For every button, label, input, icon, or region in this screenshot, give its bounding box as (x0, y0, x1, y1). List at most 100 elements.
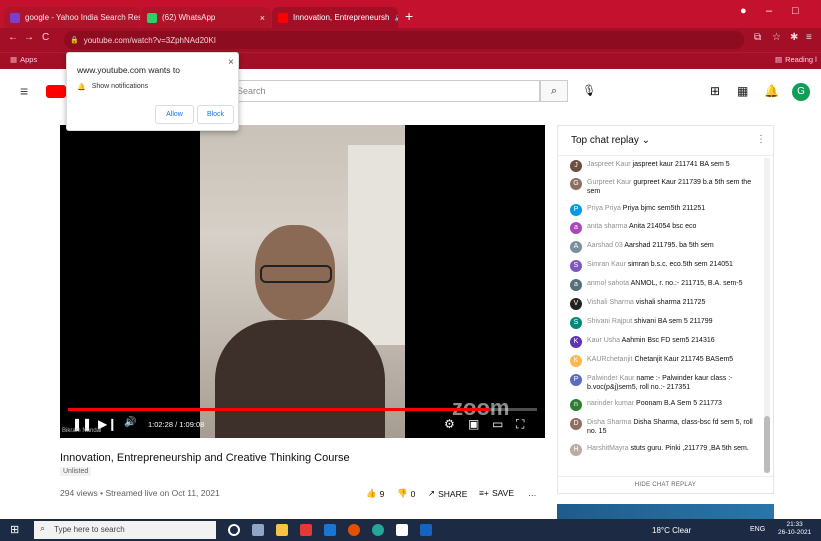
file-explorer-icon[interactable] (276, 524, 288, 536)
search-input[interactable]: Search (230, 80, 540, 102)
chat-message-body: Gurpreet Kaur gurpreet Kaur 211739 b.a 5… (587, 178, 760, 196)
chat-author[interactable]: Kaur Usha (587, 337, 620, 344)
chat-author[interactable]: anita sharma (587, 223, 627, 230)
chat-author[interactable]: Gurpreet Kaur (587, 179, 631, 186)
apps-icon[interactable]: ▦ (737, 84, 748, 98)
word-icon[interactable] (420, 524, 432, 536)
language-indicator[interactable]: ENG (750, 526, 765, 533)
avatar[interactable]: H (570, 444, 582, 456)
chat-header[interactable]: Top chat replay ⌄ (558, 126, 773, 156)
maximize-button[interactable]: □ (792, 5, 799, 17)
avatar[interactable]: G (792, 83, 810, 101)
cortana-icon[interactable] (228, 524, 240, 536)
profile-menu-icon[interactable]: ● (740, 5, 747, 17)
minimize-button[interactable]: – (766, 5, 772, 17)
miniplayer-icon[interactable]: ▣ (468, 417, 479, 431)
avatar[interactable]: G (570, 178, 582, 190)
allow-button[interactable]: Allow (155, 105, 194, 124)
tab-whatsapp[interactable]: (62) WhatsApp × (141, 7, 271, 28)
chat-message-body: Shivani Rajput shivani BA sem 5 211799 (587, 317, 713, 329)
app-orange-icon[interactable] (348, 524, 360, 536)
avatar[interactable]: P (570, 374, 582, 386)
scrollbar-thumb[interactable] (764, 416, 770, 473)
theater-mode-icon[interactable]: ▭ (492, 417, 503, 431)
notifications-bell-icon[interactable]: 🔔 (764, 84, 779, 98)
install-icon[interactable]: ⧉ (754, 32, 761, 43)
chat-author[interactable]: HarshitMayra (587, 445, 629, 452)
avatar[interactable]: a (570, 222, 582, 234)
avatar[interactable]: S (570, 260, 582, 272)
extensions-icon[interactable]: ✱ (790, 32, 798, 43)
avatar[interactable]: K (570, 355, 582, 367)
popup-site: www.youtube.com wants to (77, 65, 180, 75)
share-icon: ↗ (428, 488, 436, 498)
chat-author[interactable]: Aarshad 03 (587, 242, 623, 249)
chat-author[interactable]: Simran Kaur (587, 261, 626, 268)
chat-scrollbar[interactable] (764, 158, 770, 473)
popup-close-icon[interactable]: × (228, 57, 234, 68)
clock[interactable]: 21:33 26-10-2021 (778, 521, 811, 537)
more-actions-button[interactable]: … (528, 488, 537, 498)
task-view-icon[interactable] (252, 524, 264, 536)
avatar[interactable]: J (570, 160, 582, 172)
audio-playing-icon[interactable]: 🔊 (395, 14, 398, 22)
avatar[interactable]: V (570, 298, 582, 310)
weather-widget[interactable]: 18°C Clear (652, 526, 691, 535)
avatar[interactable]: S (570, 317, 582, 329)
avatar[interactable]: P (570, 204, 582, 216)
chat-author[interactable]: Priya Priya (587, 205, 621, 212)
menu-icon[interactable]: ≡ (806, 32, 812, 43)
chat-author[interactable]: KAURchetanjit (587, 356, 633, 363)
reload-icon[interactable]: C (42, 32, 49, 43)
chat-text: vishali sharma 211725 (635, 299, 706, 306)
chat-author[interactable]: narinder kumar (587, 400, 634, 407)
chat-author[interactable]: Jaspreet Kaur (587, 161, 631, 168)
settings-gear-icon[interactable]: ⚙ (444, 417, 455, 431)
dislike-button[interactable]: 👎 0 (397, 488, 415, 499)
chat-message: a anmol sahota ANMOL, r. no.:- 211715, B.… (570, 279, 760, 291)
apps-bookmark[interactable]: ▦ Apps (10, 55, 37, 64)
like-button[interactable]: 👍 9 (366, 488, 384, 499)
chat-author[interactable]: Palwinder Kaur (587, 375, 634, 382)
app-white-icon[interactable] (396, 524, 408, 536)
windows-start-icon[interactable]: ⊞ (10, 523, 19, 536)
avatar[interactable]: K (570, 336, 582, 348)
popup-permission-item: 🔔 Show notifications (77, 83, 149, 91)
video-player[interactable]: zoom ❚❚ ▶❙ 🔊 1:02:28 / 1:09:08 Bikram Na… (60, 125, 545, 438)
block-button[interactable]: Block (197, 105, 234, 124)
app-blue-icon[interactable] (324, 524, 336, 536)
recommended-thumbnail[interactable] (557, 504, 774, 519)
share-button[interactable]: ↗ SHARE (428, 488, 467, 499)
save-button[interactable]: ≡+ SAVE (479, 488, 514, 498)
tab-yahoo-search[interactable]: google - Yahoo India Search Res × (4, 7, 140, 28)
avatar[interactable]: a (570, 279, 582, 291)
youtube-logo-icon[interactable] (46, 85, 66, 98)
voice-search-icon[interactable]: 🎙 (582, 84, 596, 97)
bookmark-star-icon[interactable]: ☆ (772, 32, 781, 43)
avatar[interactable]: n (570, 399, 582, 411)
new-tab-button[interactable]: + (405, 8, 413, 24)
tab-youtube-video[interactable]: Innovation, Entrepreneursh 🔊 × (272, 7, 398, 28)
chat-author[interactable]: Vishali Sharma (587, 299, 634, 306)
avatar[interactable]: D (570, 418, 582, 430)
search-button[interactable]: ⌕ (540, 80, 568, 102)
progress-bar[interactable] (68, 408, 537, 411)
hide-chat-replay-button[interactable]: HIDE CHAT REPLAY (558, 476, 773, 494)
chat-author[interactable]: Shivani Rajput (587, 318, 632, 325)
taskbar-search-input[interactable]: Type here to search (34, 521, 216, 539)
chat-more-icon[interactable]: ⋮ (756, 134, 766, 145)
avatar[interactable]: A (570, 241, 582, 253)
edge-icon[interactable] (372, 524, 384, 536)
chat-author[interactable]: anmol sahota (587, 280, 629, 287)
chat-author[interactable]: Disha Sharma (587, 419, 631, 426)
address-bar[interactable]: 🔒 youtube.com/watch?v=3ZphNAd20KI (64, 31, 744, 49)
guide-menu-icon[interactable]: ≡ (20, 83, 28, 99)
volume-icon[interactable]: 🔊 (124, 417, 136, 428)
reading-list-button[interactable]: ▤ Reading l (775, 55, 817, 64)
app-red-icon[interactable] (300, 524, 312, 536)
forward-icon[interactable]: → (24, 32, 34, 43)
fullscreen-icon[interactable]: ⛶ (516, 417, 524, 432)
close-tab-icon[interactable]: × (260, 13, 265, 23)
create-video-icon[interactable]: ⊞ (710, 84, 720, 98)
back-icon[interactable]: ← (8, 32, 18, 43)
